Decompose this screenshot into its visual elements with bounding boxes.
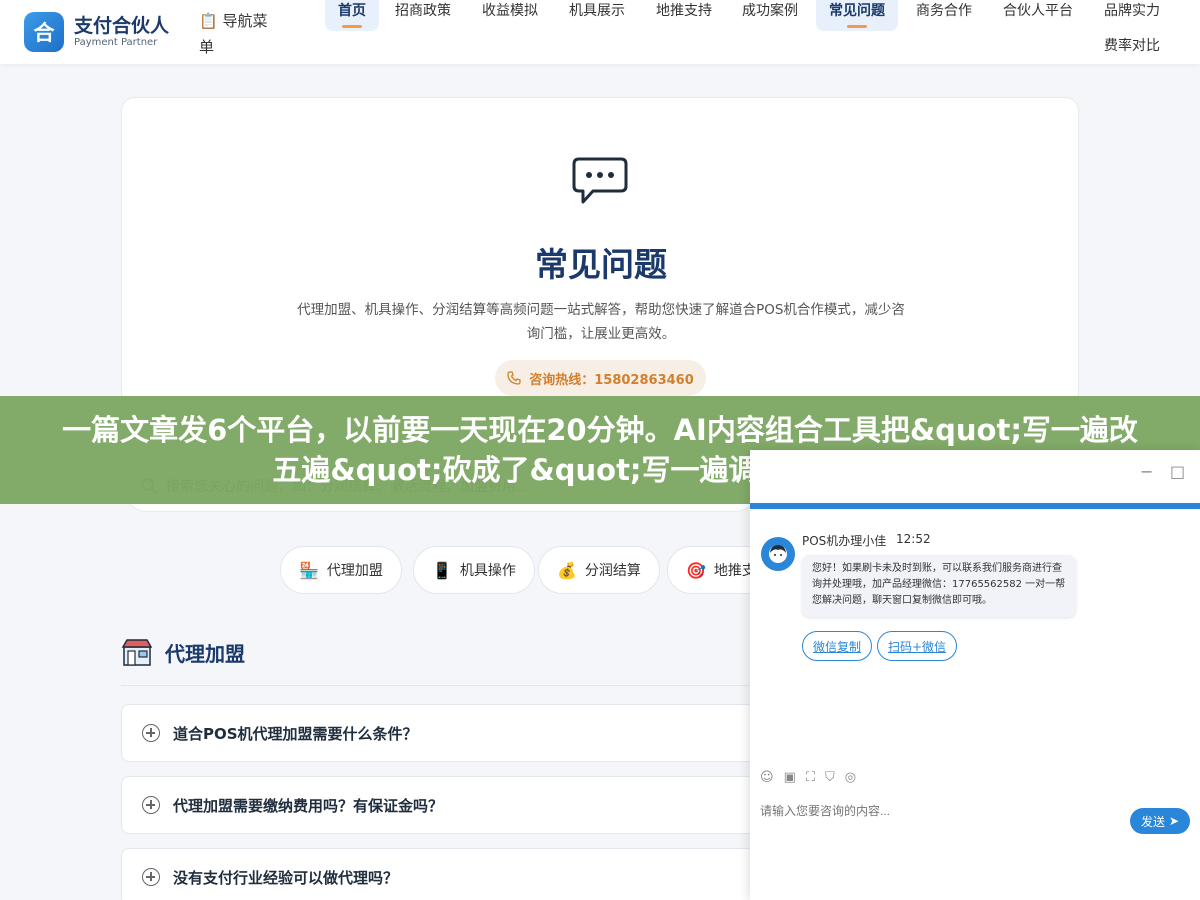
plus-circle-icon <box>142 796 160 814</box>
main-nav: 首页 招商政策 收益模拟 机具展示 地推支持 成功案例 常见问题 商务合作 合伙… <box>325 0 1195 64</box>
emoji-icon[interactable]: ☺ <box>760 770 774 785</box>
section-title: 代理加盟 <box>165 641 245 666</box>
nav-item-home[interactable]: 首页 <box>325 0 379 31</box>
nav-menu-toggle[interactable]: 📋 导航菜单 <box>199 8 279 60</box>
nav-item-business[interactable]: 商务合作 <box>903 0 985 31</box>
nav-item-cases[interactable]: 成功案例 <box>729 0 811 31</box>
nav-item-earnings[interactable]: 收益模拟 <box>469 0 551 31</box>
hero-description: 代理加盟、机具操作、分润结算等高频问题一站式解答，帮助您快速了解道合POS机合作… <box>297 302 905 342</box>
category-chip-agency[interactable]: 🏪 代理加盟 <box>280 546 402 594</box>
faq-item[interactable]: 代理加盟需要缴纳费用吗？有保证金吗？ <box>121 776 761 834</box>
chip-label: 机具操作 <box>459 563 516 579</box>
phone-icon <box>507 371 521 385</box>
section-header: 代理加盟 <box>121 636 245 668</box>
nav-item-rates[interactable]: 费率对比 <box>1091 32 1173 66</box>
nav-item-policy[interactable]: 招商政策 <box>382 0 464 31</box>
chat-titlebar: − □ <box>750 450 1200 508</box>
category-chip-settlement[interactable]: 💰 分润结算 <box>538 546 660 594</box>
faq-question: 代理加盟需要缴纳费用吗？有保证金吗？ <box>173 796 444 815</box>
agent-name: POS机办理小佳 <box>802 534 887 548</box>
screenshot-icon[interactable]: ⛶ <box>806 770 815 785</box>
agent-avatar-icon <box>769 545 787 563</box>
faq-question: 道合POS机代理加盟需要什么条件？ <box>173 724 418 743</box>
chip-label: 代理加盟 <box>326 563 383 579</box>
top-header: 合 支付合伙人 Payment Partner 📋 导航菜单 首页 招商政策 收… <box>0 0 1200 64</box>
plus-circle-icon <box>142 868 160 886</box>
target-icon: 🎯 <box>686 560 706 580</box>
category-chip-device[interactable]: 📱 机具操作 <box>413 546 535 594</box>
nav-item-devices[interactable]: 机具展示 <box>556 0 638 31</box>
send-arrow-icon: ➤ <box>1168 814 1180 828</box>
chat-accent-bar <box>750 503 1200 509</box>
chat-message-input[interactable] <box>760 801 1120 821</box>
logo-title: 支付合伙人 <box>74 15 170 37</box>
quick-reply-copy-wechat[interactable]: 微信复制 <box>802 631 873 661</box>
store-icon: 🏪 <box>299 560 319 580</box>
chat-widget: − □ POS机办理小佳 12:52 您好！如果刷卡未及时到账，可以联系我们服务… <box>750 450 1200 900</box>
chat-bubble-icon <box>572 157 628 204</box>
nav-item-faq[interactable]: 常见问题 <box>816 0 898 31</box>
send-label: 发送 <box>1140 814 1165 829</box>
page-title: 常见问题 <box>535 245 667 284</box>
minimize-button[interactable]: − <box>1140 462 1153 481</box>
store-icon <box>121 639 153 666</box>
wechat-icon[interactable]: ◎ <box>845 770 856 785</box>
chat-message-bubble: 您好！如果刷卡未及时到账，可以联系我们服务商进行查询并处理哦，加产品经理微信：1… <box>802 555 1076 617</box>
send-button[interactable]: 发送 ➤ <box>1130 808 1190 834</box>
image-icon[interactable]: ▣ <box>784 770 796 785</box>
avatar <box>761 537 795 571</box>
nav-item-ground-support[interactable]: 地推支持 <box>643 0 725 31</box>
shield-icon[interactable]: ⛉ <box>825 770 835 785</box>
money-bag-icon: 💰 <box>557 560 577 580</box>
hotline-text: 咨询热线：15802863460 <box>529 372 694 388</box>
nav-item-partner-platform[interactable]: 合伙人平台 <box>990 0 1086 31</box>
clipboard-icon: 📋 <box>199 12 218 30</box>
faq-item[interactable]: 没有支付行业经验可以做代理吗？ <box>121 848 761 900</box>
nav-item-brand[interactable]: 品牌实力 <box>1091 0 1173 31</box>
faq-item[interactable]: 道合POS机代理加盟需要什么条件？ <box>121 704 761 762</box>
chat-toolbar: ☺ ▣ ⛶ ⛉ ◎ <box>760 770 866 785</box>
phone-device-icon: 📱 <box>432 560 452 580</box>
quick-reply-scan-wechat[interactable]: 扫码+微信 <box>877 631 958 661</box>
chip-label: 分润结算 <box>584 563 641 579</box>
site-logo[interactable]: 合 支付合伙人 Payment Partner <box>24 12 169 52</box>
hotline-badge[interactable]: 咨询热线：15802863460 <box>495 360 706 396</box>
maximize-button[interactable]: □ <box>1170 462 1185 481</box>
logo-mark: 合 <box>24 12 64 52</box>
faq-question: 没有支付行业经验可以做代理吗？ <box>173 868 399 887</box>
plus-circle-icon <box>142 724 160 742</box>
hero-card: 常见问题 代理加盟、机具操作、分润结算等高频问题一站式解答，帮助您快速了解道合P… <box>121 97 1079 417</box>
message-timestamp: 12:52 <box>896 532 931 546</box>
logo-text: 支付合伙人 Payment Partner <box>74 15 169 49</box>
logo-subtitle: Payment Partner <box>74 37 158 48</box>
